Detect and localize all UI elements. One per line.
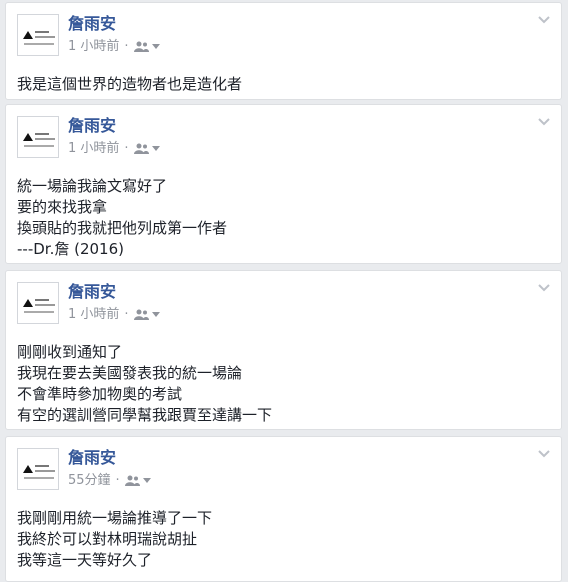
avatar[interactable] — [17, 14, 59, 56]
post-line: 我剛剛用統一場論推導了一下 — [17, 509, 213, 527]
separator-dot: · — [124, 307, 129, 322]
post-meta: 55分鐘 · — [68, 473, 151, 489]
post-text: 剛剛收到通知了 我現在要去美國發表我的統一場論 不會準時參加物奧的考試 有空的選… — [17, 342, 551, 426]
friends-icon[interactable] — [133, 143, 149, 155]
friends-icon[interactable] — [124, 475, 140, 487]
separator-dot: · — [115, 473, 120, 488]
chevron-down-icon[interactable] — [537, 449, 551, 459]
post-line: 我終於可以對林明瑞說胡扯 — [17, 530, 198, 548]
post-line: ---Dr.詹 (2016) — [17, 240, 124, 258]
post-line: 要的來找我拿 — [17, 198, 108, 216]
author-name[interactable]: 詹雨安 — [68, 448, 116, 468]
post-timestamp[interactable]: 1 小時前 — [68, 307, 119, 323]
avatar[interactable] — [17, 282, 59, 324]
post-timestamp[interactable]: 1 小時前 — [68, 141, 119, 157]
post-card: 詹雨安 1 小時前 · 我是這個世界的造物者也是造化者 — [5, 2, 562, 100]
logo-icon — [23, 299, 33, 307]
avatar[interactable] — [17, 448, 59, 490]
author-name[interactable]: 詹雨安 — [68, 282, 116, 302]
chevron-down-icon[interactable] — [537, 283, 551, 293]
logo-icon — [23, 133, 33, 141]
post-line: 有空的選訓營同學幫我跟賈至達講一下 — [17, 406, 273, 424]
post-line: 不會準時參加物奧的考試 — [17, 385, 183, 403]
post-line: 換頭貼的我就把他列成第一作者 — [17, 219, 228, 237]
post-timestamp[interactable]: 1 小時前 — [68, 39, 119, 55]
author-name[interactable]: 詹雨安 — [68, 14, 116, 34]
post-card: 詹雨安 1 小時前 · 剛剛收到通知了 我現在要去美國發表我的統一場論 不會準時… — [5, 270, 562, 430]
separator-dot: · — [124, 39, 129, 54]
caret-down-icon[interactable] — [142, 478, 151, 484]
logo-icon — [23, 465, 33, 473]
post-card: 詹雨安 1 小時前 · 統一場論我論文寫好了 要的來找我拿 換頭貼的我就把他列成… — [5, 104, 562, 264]
chevron-down-icon[interactable] — [537, 15, 551, 25]
logo-icon — [23, 31, 33, 39]
friends-icon[interactable] — [133, 41, 149, 53]
friends-icon[interactable] — [133, 309, 149, 321]
post-meta: 1 小時前 · — [68, 307, 160, 323]
post-card: 詹雨安 55分鐘 · 我剛剛用統一場論推導了一下 我終於可以對林明瑞說胡扯 我等… — [5, 436, 562, 582]
post-line: 我是這個世界的造物者也是造化者 — [17, 75, 243, 93]
post-timestamp[interactable]: 55分鐘 — [68, 473, 111, 489]
caret-down-icon[interactable] — [151, 312, 160, 318]
post-line: 剛剛收到通知了 — [17, 343, 123, 361]
chevron-down-icon[interactable] — [537, 117, 551, 127]
post-text: 統一場論我論文寫好了 要的來找我拿 換頭貼的我就把他列成第一作者 ---Dr.詹… — [17, 176, 551, 260]
caret-down-icon[interactable] — [151, 44, 160, 50]
post-line: 我等這一天等好久了 — [17, 551, 153, 569]
post-meta: 1 小時前 · — [68, 39, 160, 55]
post-meta: 1 小時前 · — [68, 141, 160, 157]
post-text: 我剛剛用統一場論推導了一下 我終於可以對林明瑞說胡扯 我等這一天等好久了 — [17, 508, 551, 571]
post-line: 我現在要去美國發表我的統一場論 — [17, 364, 243, 382]
avatar[interactable] — [17, 116, 59, 158]
post-line: 統一場論我論文寫好了 — [17, 177, 168, 195]
separator-dot: · — [124, 141, 129, 156]
post-text: 我是這個世界的造物者也是造化者 — [17, 74, 551, 95]
author-name[interactable]: 詹雨安 — [68, 116, 116, 136]
caret-down-icon[interactable] — [151, 146, 160, 152]
